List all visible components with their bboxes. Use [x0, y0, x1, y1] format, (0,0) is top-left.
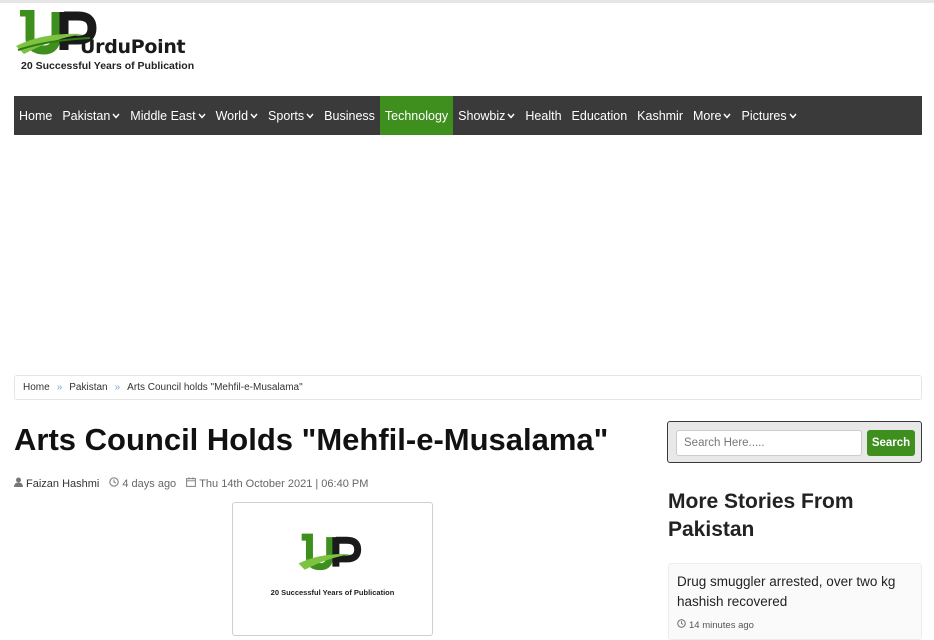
- breadcrumb-pakistan[interactable]: Pakistan: [69, 382, 107, 393]
- chevron-down-icon: [250, 111, 258, 121]
- site-logo[interactable]: UrduPoint 20 Successful Years of Publica…: [14, 10, 194, 74]
- main-nav: Home Pakistan Middle East World Sports Busine…: [14, 96, 922, 135]
- article-meta: Faizan Hashmi 4 days ago Thu 14th Octobe…: [14, 477, 378, 490]
- nav-item-technology[interactable]: Technology: [379, 96, 454, 135]
- calendar-icon: [186, 477, 197, 490]
- nav-item-more[interactable]: More: [688, 96, 736, 135]
- breadcrumb-home[interactable]: Home: [23, 382, 50, 393]
- clock-icon: [109, 477, 120, 490]
- breadcrumb: Home » Pakistan » Arts Council holds "Me…: [14, 375, 922, 400]
- publish-date: Thu 14th October 2021 | 06:40 PM: [199, 477, 369, 490]
- chevron-down-icon: [306, 111, 314, 121]
- chevron-down-icon: [507, 111, 515, 121]
- search-box: Search: [667, 421, 922, 463]
- article-title: Arts Council Holds "Mehfil-e-Musalama": [14, 422, 609, 457]
- chevron-down-icon: [198, 111, 206, 121]
- breadcrumb-separator-icon: »: [56, 382, 63, 393]
- urdupoint-logo-icon: [298, 533, 362, 571]
- author-link[interactable]: Faizan Hashmi: [26, 478, 99, 490]
- chevron-down-icon: [789, 111, 797, 121]
- more-stories-heading: More Stories From Pakistan: [668, 490, 854, 541]
- search-button[interactable]: Search: [867, 430, 915, 456]
- nav-item-label: Education: [571, 108, 628, 123]
- nav-item-label: Pakistan: [62, 108, 111, 123]
- nav-item-business[interactable]: Business: [319, 96, 380, 135]
- relative-time: 4 days ago: [122, 477, 177, 490]
- nav-item-showbiz[interactable]: Showbiz: [453, 96, 520, 135]
- breadcrumb-separator-icon: »: [114, 382, 121, 393]
- logo-name: UrduPoint: [80, 36, 186, 58]
- nav-item-education[interactable]: Education: [567, 96, 633, 135]
- story-time: 14 minutes ago: [677, 619, 913, 631]
- chevron-down-icon: [723, 111, 732, 121]
- chevron-down-icon: [112, 111, 120, 121]
- image-tagline: 20 Successful Years of Publication: [270, 588, 395, 597]
- nav-item-pakistan[interactable]: Pakistan: [57, 96, 125, 135]
- nav-item-label: Pictures: [741, 108, 787, 123]
- nav-item-label: Sports: [268, 108, 305, 123]
- nav-item-label: Technology: [384, 108, 449, 123]
- nav-item-kashmir[interactable]: Kashmir: [632, 96, 688, 135]
- logo-tagline: 20 Successful Years of Publication: [21, 60, 195, 72]
- nav-item-sports[interactable]: Sports: [263, 96, 319, 135]
- nav-item-label: Business: [324, 108, 375, 123]
- story-title[interactable]: Drug smuggler arrested, over two kg hash…: [677, 572, 913, 612]
- nav-item-label: Home: [19, 108, 53, 123]
- search-input[interactable]: [676, 430, 862, 456]
- nav-item-middle-east[interactable]: Middle East: [125, 96, 210, 135]
- nav-item-label: Middle East: [130, 108, 196, 123]
- nav-item-label: Showbiz: [458, 108, 506, 123]
- nav-item-world[interactable]: World: [211, 96, 263, 135]
- breadcrumb-current: Arts Council holds "Mehfil-e-Musalama": [127, 382, 303, 393]
- nav-item-pictures[interactable]: Pictures: [736, 96, 801, 135]
- clock-icon: [677, 619, 686, 631]
- nav-item-home[interactable]: Home: [14, 96, 57, 135]
- article-image: 20 Successful Years of Publication: [232, 502, 433, 636]
- nav-item-label: World: [215, 108, 249, 123]
- nav-item-health[interactable]: Health: [520, 96, 566, 135]
- user-icon: [14, 477, 23, 490]
- top-border: [0, 0, 934, 3]
- story-time-text: 14 minutes ago: [689, 619, 754, 631]
- story-card[interactable]: Drug smuggler arrested, over two kg hash…: [668, 563, 922, 640]
- nav-item-label: Kashmir: [637, 108, 683, 123]
- nav-item-label: Health: [525, 108, 562, 123]
- nav-item-label: More: [693, 108, 722, 123]
